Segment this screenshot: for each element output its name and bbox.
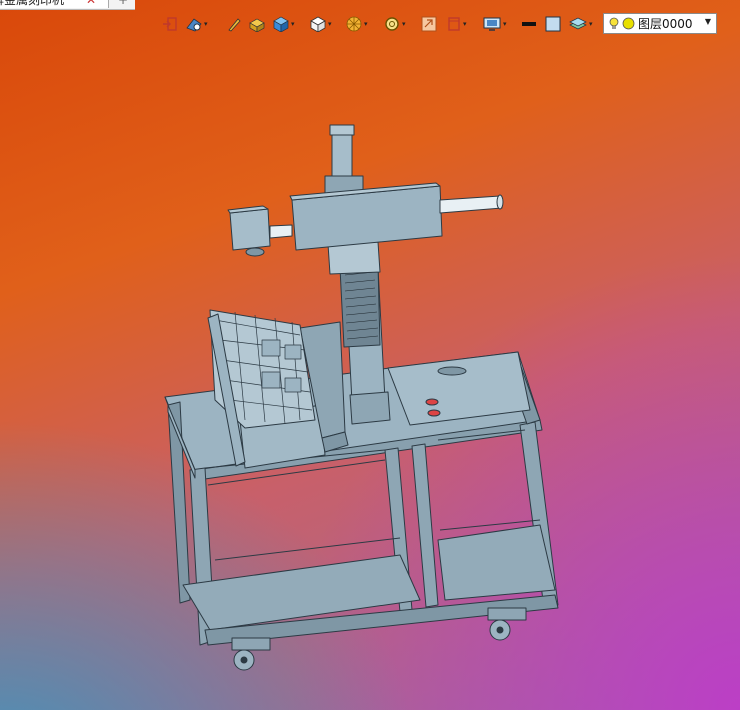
document-tab-title: 牌金属刻印机	[0, 0, 65, 7]
beam-rod-left	[269, 224, 293, 239]
clamp-block-1	[261, 339, 281, 357]
machine-model[interactable]	[0, 0, 740, 710]
layer-color-dot-icon	[622, 17, 635, 30]
leg-mid2	[411, 443, 439, 608]
clamp-block-3	[261, 371, 281, 389]
chevron-down-icon[interactable]: ▼	[705, 17, 711, 26]
close-icon[interactable]: ✕	[86, 0, 96, 8]
new-tab-icon[interactable]: +	[118, 0, 128, 8]
shaded-cube-icon[interactable]: ▾	[272, 15, 295, 33]
red-button-1	[425, 398, 439, 406]
import-icon[interactable]	[421, 15, 437, 33]
monitor-icon[interactable]: ▾	[482, 15, 507, 33]
document-tab-strip: 牌金属刻印机 ✕ +	[0, 0, 135, 10]
column-carriage	[327, 241, 381, 275]
column-base	[349, 391, 391, 425]
clamp-block-4	[284, 377, 302, 393]
laser-lens	[245, 247, 265, 257]
pen-icon[interactable]	[227, 15, 241, 33]
color-wheel-icon[interactable]: ▾	[345, 15, 368, 33]
red-button-2	[427, 409, 441, 417]
motor-body	[331, 129, 353, 179]
view-icon[interactable]: ▾	[446, 15, 467, 33]
wireframe-cube-icon[interactable]: ▾	[309, 15, 332, 33]
panel-hole	[437, 366, 467, 376]
exit-icon[interactable]	[162, 15, 178, 33]
clamp-block-2	[284, 344, 302, 360]
fill-color-icon[interactable]	[545, 15, 561, 33]
render-mode-icon[interactable]: ▾	[185, 15, 208, 33]
beam-rod-end	[496, 194, 504, 210]
inner-rail-3	[214, 537, 401, 561]
laser-head	[229, 208, 271, 251]
zoom-icon[interactable]: ▾	[383, 15, 406, 33]
lower-shelf-right	[437, 524, 556, 601]
motor-cap	[329, 124, 355, 136]
lightbulb-icon[interactable]	[609, 17, 619, 31]
line-color-icon[interactable]	[521, 15, 537, 33]
document-tab[interactable]: 牌金属刻印机 ✕	[0, 0, 109, 8]
layers-icon[interactable]: ▾	[568, 15, 593, 33]
material-box-icon[interactable]	[248, 15, 266, 33]
beam-rod	[439, 195, 503, 214]
column-screw	[339, 264, 381, 348]
layer-select[interactable]: 图层0000 ▼	[603, 13, 717, 34]
layer-name: 图层0000	[638, 17, 693, 31]
